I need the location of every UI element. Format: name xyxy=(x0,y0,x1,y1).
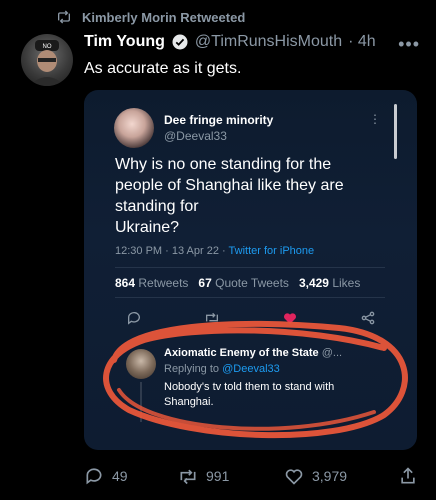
author-avatar-graphic: NO xyxy=(29,40,65,86)
share-icon xyxy=(401,467,415,484)
reply-button[interactable]: 49 xyxy=(84,466,128,486)
retweet-count: 991 xyxy=(206,468,230,484)
like-count: 3,979 xyxy=(312,468,348,484)
share-button[interactable] xyxy=(398,466,418,486)
author-name[interactable]: Tim Young xyxy=(84,33,165,51)
quoted-image[interactable]: Dee fringe minority @Deeval33 ⋮ Why is n… xyxy=(84,90,417,450)
retweet-indicator: Kimberly Morin Retweeted xyxy=(56,9,245,25)
verified-badge-icon xyxy=(172,34,188,50)
reply-count: 49 xyxy=(112,468,128,484)
like-button[interactable]: 3,979 xyxy=(284,466,347,486)
retweet-icon xyxy=(58,10,70,24)
retweet-icon xyxy=(180,469,196,485)
author-avatar[interactable]: NO xyxy=(21,34,73,86)
reply-icon xyxy=(86,468,102,485)
annotation-circle xyxy=(103,320,408,439)
retweeted-by-label: Kimberly Morin Retweeted xyxy=(82,9,246,25)
author-handle[interactable]: @TimRunsHisMouth xyxy=(195,33,342,51)
more-icon[interactable]: ••• xyxy=(398,34,420,55)
avatar-hat-text: NO xyxy=(43,44,52,50)
tweet-text: As accurate as it gets. xyxy=(84,60,242,77)
tweet-header: Tim Young @TimRunsHisMouth · 4h xyxy=(84,33,376,51)
tweet-time[interactable]: · 4h xyxy=(348,33,376,51)
like-icon xyxy=(285,469,303,485)
retweet-button[interactable]: 991 xyxy=(178,466,229,486)
